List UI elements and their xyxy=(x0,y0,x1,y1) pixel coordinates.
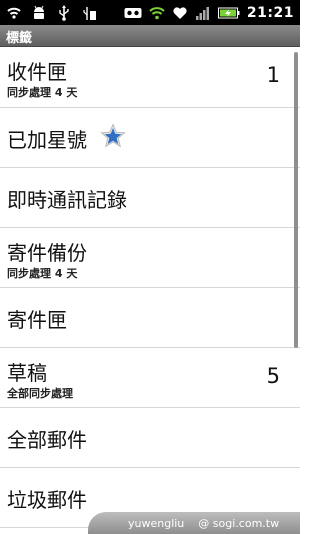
list-item-label: 寄件匣 xyxy=(7,308,67,332)
list-item-label: 寄件備份 xyxy=(7,241,87,265)
page-title: 標籤 xyxy=(6,31,33,46)
watermark-site: @ sogi.com.tw xyxy=(198,516,280,530)
list-item-sublabel: 同步處理 4 天 xyxy=(7,267,78,280)
status-bar-left xyxy=(6,3,97,22)
labels-list: 收件匣 同步處理 4 天 1 已加星號 即時通訊記錄 寄件備份 同步處理 4 天… xyxy=(0,47,300,528)
usb-storage-icon xyxy=(83,6,96,20)
list-item-label: 收件匣 xyxy=(7,60,67,84)
draft-count: 5 xyxy=(266,364,280,388)
unread-count: 1 xyxy=(266,63,280,87)
android-debug-icon xyxy=(34,5,44,19)
list-item-label: 即時通訊記錄 xyxy=(7,188,127,212)
watermark-user: yuwengliu xyxy=(128,516,185,530)
list-item-outbox[interactable]: 寄件匣 xyxy=(0,288,300,348)
voicemail-icon xyxy=(124,7,142,18)
list-item-label: 全部郵件 xyxy=(7,428,87,452)
list-item-all-mail[interactable]: 全部郵件 xyxy=(0,408,300,468)
signal-bars-icon xyxy=(195,6,209,20)
list-item-label: 草稿 xyxy=(7,361,47,385)
title-bar: 標籤 xyxy=(0,25,300,47)
list-item-sublabel: 全部同步處理 xyxy=(7,387,73,400)
battery-charging-icon xyxy=(217,7,240,18)
list-item-chats[interactable]: 即時通訊記錄 xyxy=(0,168,300,228)
wifi-icon xyxy=(149,6,165,19)
list-item-drafts[interactable]: 草稿 全部同步處理 5 xyxy=(0,348,300,408)
list-item-sublabel: 同步處理 4 天 xyxy=(7,86,78,99)
list-item-starred[interactable]: 已加星號 xyxy=(0,108,300,168)
wifi-signal-icon xyxy=(7,7,21,19)
status-bar-right: 21:21 xyxy=(124,3,294,22)
star-icon xyxy=(100,123,126,148)
list-item-label: 已加星號 xyxy=(7,128,87,152)
list-item-label: 垃圾郵件 xyxy=(7,488,87,512)
list-item-sent[interactable]: 寄件備份 同步處理 4 天 xyxy=(0,228,300,288)
sync-heart-icon xyxy=(173,6,187,19)
watermark: yuwengliu @ sogi.com.tw xyxy=(88,512,300,534)
scrollbar[interactable] xyxy=(294,52,298,348)
status-bar: 21:21 xyxy=(0,0,300,25)
list-item-inbox[interactable]: 收件匣 同步處理 4 天 1 xyxy=(0,47,300,108)
status-time: 21:21 xyxy=(246,4,294,21)
usb-icon xyxy=(59,4,69,21)
